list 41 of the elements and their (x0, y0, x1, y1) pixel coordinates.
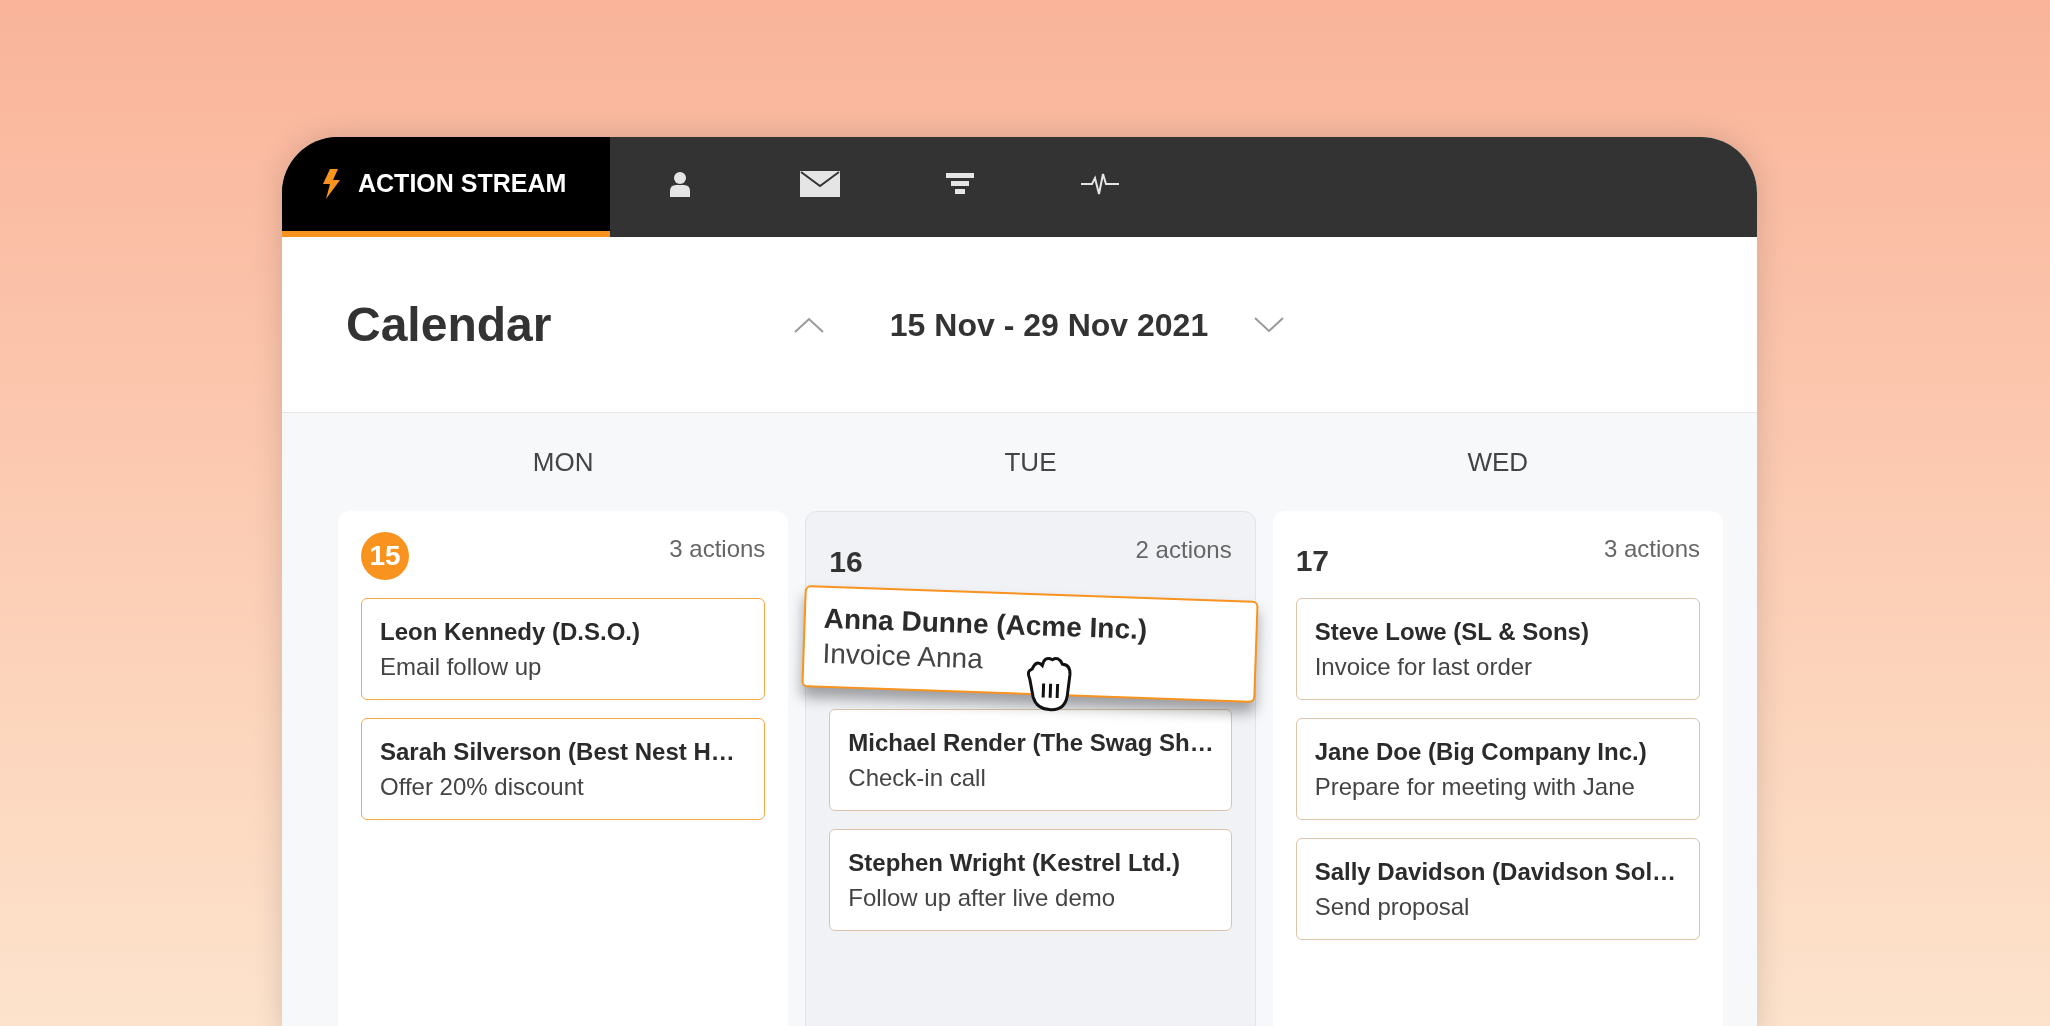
action-card[interactable]: Stephen Wright (Kestrel Ltd.) Follow up after live demo (829, 829, 1232, 931)
card-title: Leon Kennedy (D.S.O.) (380, 617, 640, 647)
action-count: 2 actions (1135, 535, 1232, 565)
day-number: 16 (829, 544, 863, 580)
chevron-down-icon (1254, 316, 1284, 333)
day-number: 15 (361, 531, 409, 580)
card-subtitle: Follow up after live demo (848, 883, 1116, 913)
action-count: 3 actions (669, 534, 766, 564)
action-card[interactable]: Michael Render (The Swag Sh… Check-in call (829, 709, 1232, 811)
weekday-label: TUE (1003, 445, 1058, 479)
nav-tab[interactable]: ACTION STREAM (282, 137, 610, 237)
card-subtitle: Invoice for last order (1314, 652, 1533, 682)
card-title: Jane Doe (Big Company Inc.) (1314, 737, 1647, 767)
action-card[interactable]: Sally Davidson (Davidson Sol… Send proposal (1295, 838, 1700, 940)
card-subtitle: Invoice Anna (822, 636, 984, 677)
weekday-label: MON (531, 445, 595, 479)
envelope-icon (800, 171, 840, 197)
card-subtitle: Offer 20% discount (380, 772, 584, 802)
pulse-icon (1081, 172, 1119, 196)
day-number: 17 (1295, 543, 1330, 579)
card-subtitle: Email follow up (380, 652, 542, 682)
page-title: Calendar (346, 296, 553, 353)
action-card[interactable]: Leon Kennedy (D.S.O.) Email follow up (361, 598, 766, 700)
card-subtitle: Prepare for meeting with Jane (1314, 772, 1635, 802)
lightning-icon (322, 169, 340, 199)
card-title: Sarah Silverson (Best Nest H… (380, 737, 735, 767)
action-card[interactable]: Steve Lowe (SL & Sons) Invoice for last order (1295, 598, 1700, 700)
action-card[interactable]: Sarah Silverson (Best Nest H… Offer 20% discount (361, 718, 766, 820)
card-title: Steve Lowe (SL & Sons) (1314, 617, 1589, 647)
action-card[interactable]: Jane Doe (Big Company Inc.) Prepare for meeting with Jane (1295, 718, 1700, 820)
person-icon (670, 171, 690, 197)
card-title: Stephen Wright (Kestrel Ltd.) (848, 848, 1180, 878)
card-title: Michael Render (The Swag Sh… (848, 728, 1214, 758)
funnel-icon (946, 173, 974, 195)
action-count: 3 actions (1603, 534, 1700, 564)
card-subtitle: Send proposal (1314, 892, 1470, 922)
card-title: Sally Davidson (Davidson Sol… (1314, 857, 1677, 887)
date-range: 15 Nov - 29 Nov 2021 (888, 305, 1210, 345)
card-subtitle: Check-in call (848, 763, 986, 793)
weekday-label: WED (1466, 445, 1530, 479)
chevron-up-icon (794, 316, 824, 333)
